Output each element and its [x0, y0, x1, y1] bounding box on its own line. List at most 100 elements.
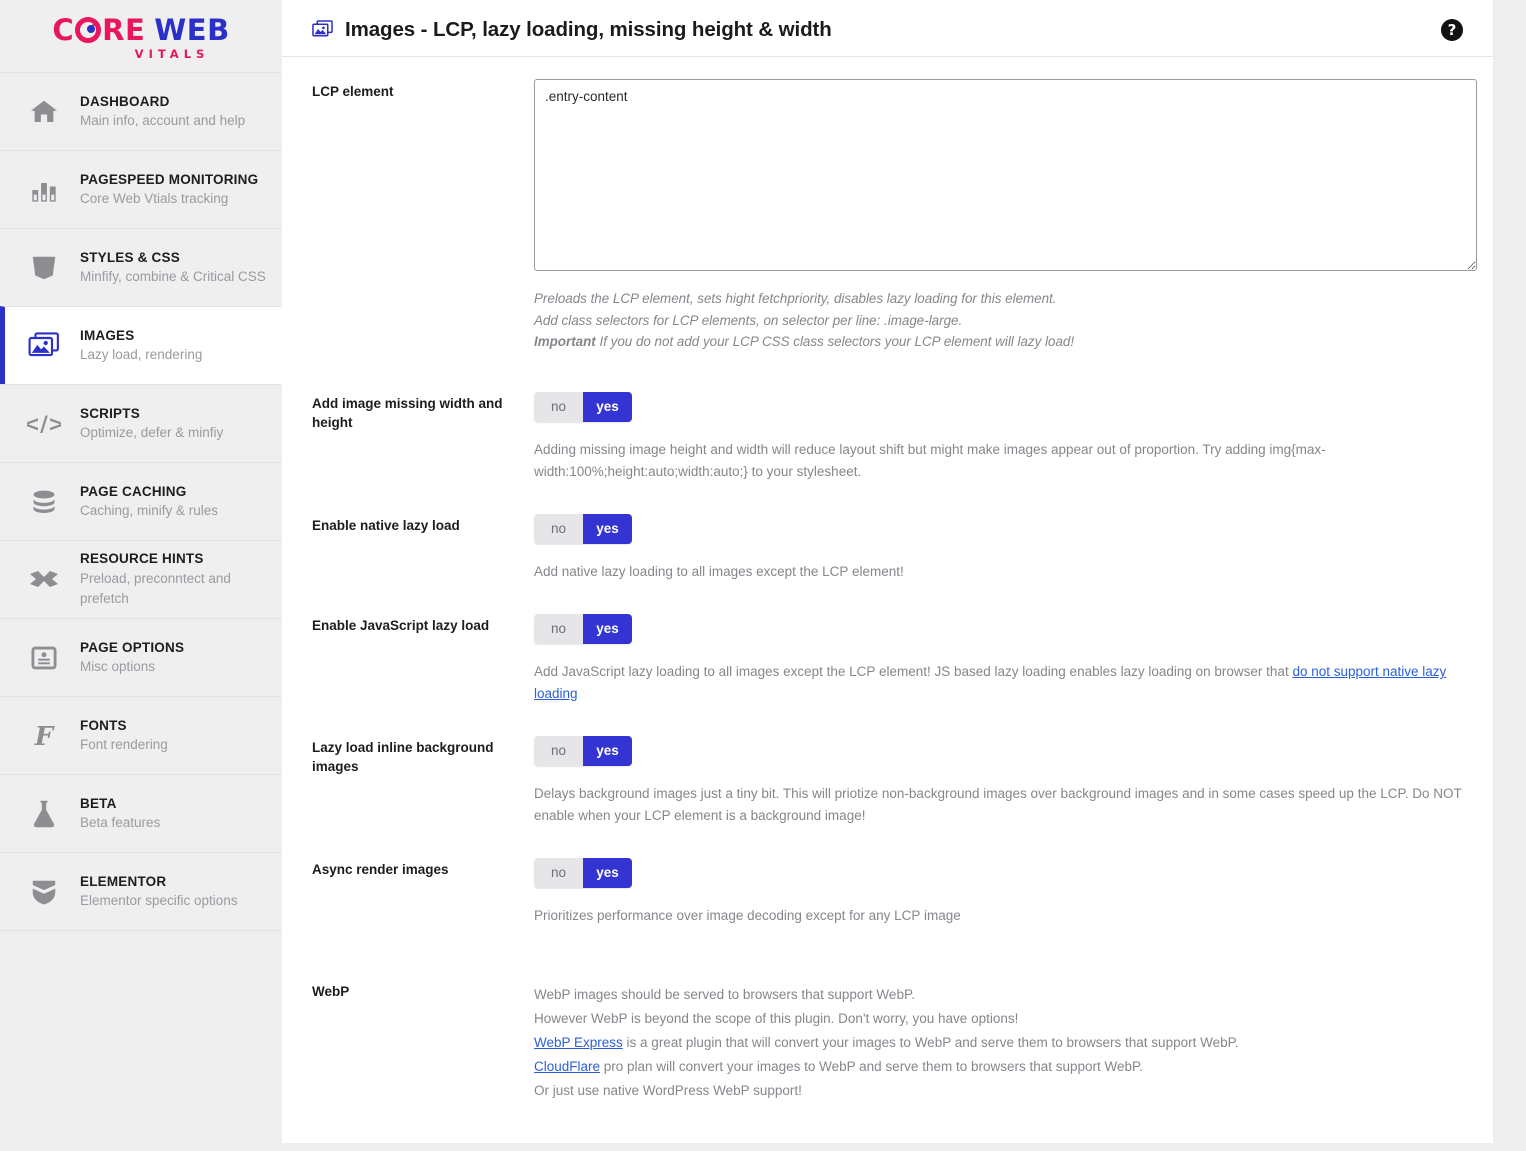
crossed-arrows-icon — [22, 566, 66, 594]
logo-tagline: VITALS — [134, 46, 210, 61]
async-render-label: Async render images — [312, 861, 449, 877]
css3-shield-icon — [22, 253, 66, 283]
toggle-option-no[interactable]: no — [534, 392, 583, 423]
sidebar-item-scripts[interactable]: </> SCRIPTS Optimize, defer & minfiy — [0, 384, 282, 462]
lcp-hint-important: Important — [534, 334, 596, 350]
bar-chart-icon — [22, 176, 66, 204]
webp-line-3-rest: is a great plugin that will convert your… — [622, 1034, 1239, 1050]
speedometer-o-icon — [75, 17, 102, 44]
code-brackets-icon: </> — [22, 411, 66, 437]
sidebar-item-sublabel: Core Web Vtials tracking — [80, 191, 229, 207]
help-icon[interactable]: ? — [1441, 19, 1463, 41]
setting-row-webp: WebP WebP images should be served to bro… — [312, 983, 1463, 1103]
brand-logo[interactable]: C RE WEB VITALS — [0, 0, 282, 72]
setting-row-js-lazy-load: Enable JavaScript lazy load no yes Add J… — [312, 613, 1463, 705]
sidebar-item-pagespeed-monitoring[interactable]: PAGESPEED MONITORING Core Web Vtials tra… — [0, 150, 282, 228]
lcp-hint-line-3-rest: If you do not add your LCP CSS class sel… — [595, 334, 1075, 350]
native-lazy-label: Enable native lazy load — [312, 518, 460, 534]
webp-label: WebP — [312, 983, 350, 999]
elementor-shield-icon — [22, 877, 66, 907]
lcp-element-label: LCP element — [312, 84, 394, 99]
sidebar-item-images[interactable]: IMAGES Lazy load, rendering — [0, 306, 282, 384]
font-f-icon: F — [22, 721, 66, 751]
settings-panel: Images - LCP, lazy loading, missing heig… — [282, 0, 1493, 1143]
toggle-option-no[interactable]: no — [534, 614, 583, 645]
sidebar: C RE WEB VITALS DASHBOARD Main info, acco… — [0, 0, 282, 1151]
sidebar-item-label: IMAGES — [80, 327, 135, 343]
inline-bg-description: Delays background images just a tiny bit… — [534, 786, 1462, 824]
js-lazy-description: Add JavaScript lazy loading to all image… — [534, 661, 1463, 705]
native-lazy-toggle[interactable]: no yes — [534, 514, 632, 545]
app-root: C RE WEB VITALS DASHBOARD Main info, acco… — [0, 0, 1526, 1151]
flask-icon — [22, 799, 66, 829]
sidebar-item-elementor[interactable]: ELEMENTOR Elementor specific options — [0, 852, 282, 930]
sidebar-item-label: PAGE CACHING — [80, 483, 187, 499]
missing-wh-toggle[interactable]: no yes — [534, 392, 632, 423]
toggle-option-yes[interactable]: yes — [583, 392, 632, 423]
logo-wordmark: C RE WEB — [52, 15, 229, 45]
panel-header: Images - LCP, lazy loading, missing heig… — [282, 0, 1493, 57]
webp-line-4-rest: pro plan will convert your images to Web… — [600, 1058, 1144, 1074]
sidebar-item-beta[interactable]: BETA Beta features — [0, 774, 282, 852]
toggle-option-yes[interactable]: yes — [583, 735, 632, 767]
webp-line-2: However WebP is beyond the scope of this… — [534, 1010, 1019, 1026]
sidebar-item-label: PAGE OPTIONS — [80, 639, 185, 655]
svg-text:</>: </> — [27, 412, 61, 436]
lcp-hint-line-2: Add class selectors for LCP elements, on… — [534, 312, 963, 328]
toggle-option-no[interactable]: no — [534, 514, 583, 545]
inline-bg-label: Lazy load inline background images — [312, 739, 494, 774]
webp-line-3: WebP Express is a great plugin that will… — [534, 1031, 1463, 1055]
cloudflare-link[interactable]: CloudFlare — [534, 1059, 600, 1074]
setting-row-inline-background-images: Lazy load inline background images no ye… — [312, 735, 1463, 827]
toggle-option-no[interactable]: no — [534, 857, 583, 889]
sidebar-item-sublabel: Beta features — [80, 815, 161, 831]
settings-form: LCP element Preloads the LCP element, se… — [282, 57, 1493, 1143]
sidebar-bottom-divider — [0, 930, 282, 931]
sidebar-item-dashboard[interactable]: DASHBOARD Main info, account and help — [0, 72, 282, 150]
lcp-element-input[interactable] — [534, 79, 1477, 271]
webp-line-4: CloudFlare pro plan will convert your im… — [534, 1055, 1463, 1079]
toggle-option-yes[interactable]: yes — [583, 857, 632, 889]
toggle-option-no[interactable]: no — [534, 735, 583, 767]
sidebar-item-label: SCRIPTS — [80, 405, 140, 421]
sidebar-item-label: DASHBOARD — [80, 93, 170, 109]
sidebar-item-sublabel: Minfify, combine & Critical CSS — [80, 269, 266, 285]
webp-info-block: WebP images should be served to browsers… — [534, 983, 1463, 1103]
sidebar-item-resource-hints[interactable]: RESOURCE HINTS Preload, preconntect and … — [0, 540, 282, 618]
toggle-option-yes[interactable]: yes — [583, 514, 632, 545]
sidebar-item-page-options[interactable]: PAGE OPTIONS Misc options — [0, 618, 282, 696]
sidebar-item-sublabel: Misc options — [80, 659, 156, 675]
sidebar-item-fonts[interactable]: F FONTS Font rendering — [0, 696, 282, 774]
page-title: Images - LCP, lazy loading, missing heig… — [345, 18, 832, 41]
svg-text:F: F — [34, 722, 55, 751]
sidebar-item-sublabel: Lazy load, rendering — [80, 347, 203, 363]
js-lazy-description-text: Add JavaScript lazy loading to all image… — [534, 664, 1293, 680]
webp-express-link[interactable]: WebP Express — [534, 1035, 623, 1050]
sidebar-item-sublabel: Elementor specific options — [80, 893, 238, 909]
sidebar-item-label: ELEMENTOR — [80, 873, 167, 889]
sidebar-item-sublabel: Main info, account and help — [80, 113, 246, 129]
id-card-icon — [22, 644, 66, 672]
lcp-hint-line-1: Preloads the LCP element, sets hight fet… — [534, 291, 1057, 306]
missing-wh-description: Adding missing image height and width wi… — [534, 442, 1326, 480]
content-area: Images - LCP, lazy loading, missing heig… — [282, 0, 1526, 1151]
sidebar-item-label: BETA — [80, 795, 117, 811]
setting-row-lcp-element: LCP element Preloads the LCP element, se… — [312, 79, 1477, 353]
async-render-toggle[interactable]: no yes — [534, 857, 632, 889]
sidebar-item-page-caching[interactable]: PAGE CACHING Caching, minify & rules — [0, 462, 282, 540]
webp-line-5: Or just use native WordPress WebP suppor… — [534, 1082, 802, 1098]
sidebar-item-sublabel: Caching, minify & rules — [80, 503, 219, 519]
sidebar-item-label: PAGESPEED MONITORING — [80, 171, 259, 187]
async-render-description: Prioritizes performance over image decod… — [534, 908, 961, 924]
images-icon — [312, 20, 333, 40]
toggle-option-yes[interactable]: yes — [583, 614, 632, 645]
js-lazy-toggle[interactable]: no yes — [534, 614, 632, 645]
native-lazy-description: Add native lazy loading to all images ex… — [534, 564, 904, 580]
database-icon — [22, 488, 66, 516]
lcp-hint-line-3: Important If you do not add your LCP CSS… — [534, 331, 1477, 353]
inline-bg-toggle[interactable]: no yes — [534, 735, 632, 767]
sidebar-item-styles-css[interactable]: STYLES & CSS Minfify, combine & Critical… — [0, 228, 282, 306]
home-icon — [22, 97, 66, 127]
setting-row-missing-width-height: Add image missing width and height no ye… — [312, 391, 1463, 483]
setting-row-native-lazy-load: Enable native lazy load no yes Add nativ… — [312, 513, 1463, 583]
